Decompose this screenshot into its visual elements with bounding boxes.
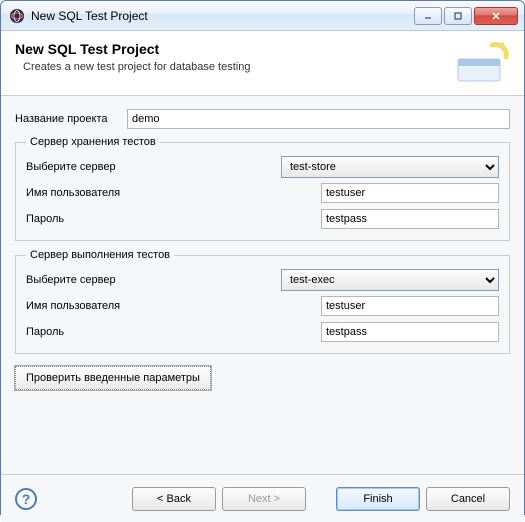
wizard-banner-icon (452, 41, 510, 83)
exec-server-label: Выберите сервер (26, 274, 281, 286)
titlebar: New SQL Test Project (1, 1, 524, 31)
exec-pass-input[interactable] (321, 322, 499, 342)
exec-legend: Сервер выполнения тестов (26, 249, 174, 261)
banner-title: New SQL Test Project (15, 41, 452, 57)
exec-server-select[interactable]: test-exec (281, 269, 499, 291)
next-button: Next > (222, 487, 306, 511)
exec-user-label: Имя пользователя (26, 300, 281, 312)
wizard-banner: New SQL Test Project Creates a new test … (1, 31, 524, 96)
verify-button[interactable]: Проверить введенные параметры (15, 366, 211, 390)
storage-legend: Сервер хранения тестов (26, 136, 160, 148)
finish-button[interactable]: Finish (336, 487, 420, 511)
eclipse-icon (9, 8, 25, 24)
storage-server-select[interactable]: test-store (281, 156, 499, 178)
storage-server-label: Выберите сервер (26, 161, 281, 173)
exec-pass-label: Пароль (26, 326, 281, 338)
help-icon[interactable]: ? (15, 488, 37, 510)
project-name-label: Название проекта (15, 113, 127, 125)
storage-pass-input[interactable] (321, 209, 499, 229)
close-button[interactable] (474, 7, 518, 25)
storage-user-input[interactable] (321, 183, 499, 203)
minimize-button[interactable] (414, 7, 442, 25)
window-title: New SQL Test Project (31, 9, 414, 23)
exec-user-input[interactable] (321, 296, 499, 316)
storage-user-label: Имя пользователя (26, 187, 281, 199)
storage-server-group: Сервер хранения тестов Выберите сервер t… (15, 136, 510, 241)
maximize-button[interactable] (444, 7, 472, 25)
banner-subtitle: Creates a new test project for database … (23, 61, 452, 73)
project-name-input[interactable] (127, 109, 510, 129)
cancel-button[interactable]: Cancel (426, 487, 510, 511)
wizard-content: Название проекта Сервер хранения тестов … (1, 96, 524, 474)
exec-server-group: Сервер выполнения тестов Выберите сервер… (15, 249, 510, 354)
back-button[interactable]: < Back (132, 487, 216, 511)
storage-pass-label: Пароль (26, 213, 281, 225)
